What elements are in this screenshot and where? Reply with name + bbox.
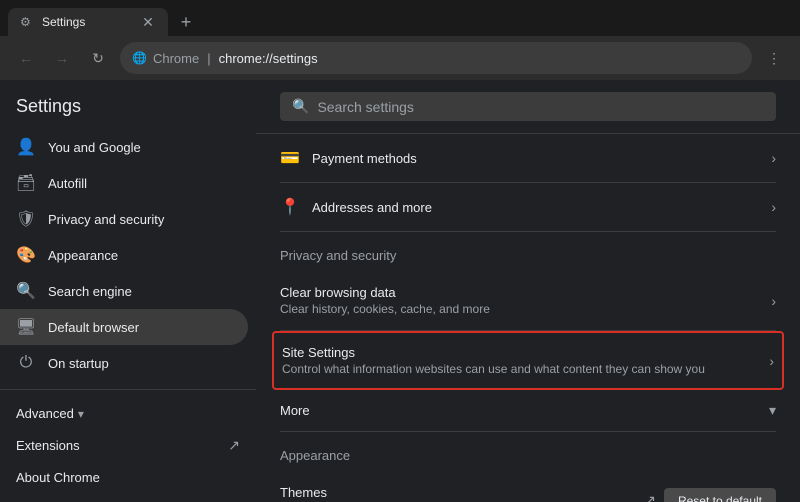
themes-right: ↗ Reset to default <box>644 488 776 502</box>
reset-to-default-button[interactable]: Reset to default <box>664 488 776 502</box>
tab-close-button[interactable]: ✕ <box>140 14 156 30</box>
sidebar-title: Settings <box>0 96 256 129</box>
search-icon: 🔍 <box>292 98 309 115</box>
more-label: More <box>280 403 310 418</box>
payment-methods-title: Payment methods <box>312 151 417 166</box>
site-settings-text: Site Settings Control what information w… <box>282 345 705 376</box>
sidebar-label: Appearance <box>48 248 118 263</box>
refresh-button[interactable]: ↻ <box>84 44 112 72</box>
location-icon: 📍 <box>280 197 300 217</box>
privacy-section-header: Privacy and security <box>280 232 776 271</box>
appearance-section-header: Appearance <box>280 432 776 471</box>
autofill-icon: 🗃 <box>16 173 36 193</box>
addresses-text: Addresses and more <box>312 200 432 215</box>
chevron-right-icon: › <box>771 150 776 166</box>
sidebar-item-search-engine[interactable]: 🔍 Search engine <box>0 273 248 309</box>
settings-section: 💳 Payment methods › 📍 Addresses and more… <box>256 134 800 502</box>
browser-menu-button[interactable]: ⋮ <box>760 44 788 72</box>
addresses-left: 📍 Addresses and more <box>280 197 432 217</box>
sidebar: Settings 👤 You and Google 🗃 Autofill 🛡 P… <box>0 80 256 502</box>
main-layout: Settings 👤 You and Google 🗃 Autofill 🛡 P… <box>0 80 800 502</box>
site-settings-title: Site Settings <box>282 345 705 360</box>
address-site-text: Chrome <box>153 51 199 66</box>
forward-button[interactable]: → <box>48 44 76 72</box>
appearance-icon: 🎨 <box>16 245 36 265</box>
advanced-label: Advanced <box>16 406 74 421</box>
sidebar-item-extensions[interactable]: Extensions ↗ <box>0 429 256 462</box>
site-settings-subtitle: Control what information websites can us… <box>282 362 705 376</box>
search-engine-icon: 🔍 <box>16 281 36 301</box>
external-link-icon[interactable]: ↗ <box>644 492 656 502</box>
chevron-down-icon: ▾ <box>769 402 776 419</box>
payment-methods-item[interactable]: 💳 Payment methods › <box>280 134 776 183</box>
addresses-title: Addresses and more <box>312 200 432 215</box>
settings-tab[interactable]: ⚙ Settings ✕ <box>8 8 168 36</box>
sidebar-label: Default browser <box>48 320 139 335</box>
addresses-item[interactable]: 📍 Addresses and more › <box>280 183 776 232</box>
toolbar: ← → ↻ 🌐 Chrome | chrome://settings ⋮ <box>0 36 800 80</box>
themes-item: Themes Just Black ↗ Reset to default <box>280 471 776 502</box>
startup-icon: ⏻ <box>16 353 36 373</box>
chevron-down-icon: ▾ <box>78 407 84 421</box>
new-tab-button[interactable]: + <box>172 8 200 36</box>
external-link-icon: ↗ <box>228 437 240 454</box>
sidebar-label: Privacy and security <box>48 212 164 227</box>
search-bar-wrapper: 🔍 <box>256 80 800 134</box>
extensions-label: Extensions <box>16 438 80 453</box>
sidebar-item-on-startup[interactable]: ⏻ On startup <box>0 345 248 381</box>
default-browser-icon: 🖥 <box>16 317 36 337</box>
more-section[interactable]: More ▾ <box>280 390 776 432</box>
sidebar-label: On startup <box>48 356 109 371</box>
chevron-right-icon: › <box>771 199 776 215</box>
back-button[interactable]: ← <box>12 44 40 72</box>
sidebar-item-default-browser[interactable]: 🖥 Default browser <box>0 309 248 345</box>
clear-browsing-title: Clear browsing data <box>280 285 490 300</box>
chevron-right-icon: › <box>771 293 776 309</box>
clear-browsing-data-item[interactable]: Clear browsing data Clear history, cooki… <box>280 271 776 331</box>
chevron-right-icon: › <box>769 353 774 369</box>
address-security-icon: 🌐 <box>132 51 147 65</box>
search-bar[interactable]: 🔍 <box>280 92 776 121</box>
person-icon: 👤 <box>16 137 36 157</box>
sidebar-advanced[interactable]: Advanced ▾ <box>0 398 256 429</box>
tab-favicon-icon: ⚙ <box>20 15 34 29</box>
search-input[interactable] <box>317 99 764 115</box>
tab-title: Settings <box>42 15 132 29</box>
sidebar-item-appearance[interactable]: 🎨 Appearance <box>0 237 248 273</box>
sidebar-item-you-and-google[interactable]: 👤 You and Google <box>0 129 248 165</box>
clear-browsing-left: Clear browsing data Clear history, cooki… <box>280 285 490 316</box>
sidebar-label: Autofill <box>48 176 87 191</box>
payment-methods-text: Payment methods <box>312 151 417 166</box>
sidebar-label: You and Google <box>48 140 141 155</box>
browser-chrome: ⚙ Settings ✕ + ← → ↻ 🌐 Chrome | chrome:/… <box>0 0 800 80</box>
address-bar[interactable]: 🌐 Chrome | chrome://settings <box>120 42 752 74</box>
address-separator: | <box>207 51 210 66</box>
address-path-text: chrome://settings <box>219 51 318 66</box>
content-area: 🔍 💳 Payment methods › 📍 <box>256 80 800 502</box>
tab-bar: ⚙ Settings ✕ + <box>0 0 800 36</box>
sidebar-label: Search engine <box>48 284 132 299</box>
sidebar-item-privacy[interactable]: 🛡 Privacy and security <box>0 201 248 237</box>
payment-methods-left: 💳 Payment methods <box>280 148 417 168</box>
clear-browsing-text: Clear browsing data Clear history, cooki… <box>280 285 490 316</box>
clear-browsing-subtitle: Clear history, cookies, cache, and more <box>280 302 490 316</box>
site-settings-item[interactable]: Site Settings Control what information w… <box>272 331 784 390</box>
themes-text: Themes Just Black <box>280 485 335 502</box>
sidebar-item-about[interactable]: About Chrome <box>0 462 256 493</box>
themes-title: Themes <box>280 485 335 500</box>
shield-icon: 🛡 <box>16 209 36 229</box>
about-label: About Chrome <box>16 470 100 485</box>
sidebar-divider <box>0 389 256 390</box>
site-settings-left: Site Settings Control what information w… <box>282 345 705 376</box>
payment-methods-icon: 💳 <box>280 148 300 168</box>
sidebar-item-autofill[interactable]: 🗃 Autofill <box>0 165 248 201</box>
